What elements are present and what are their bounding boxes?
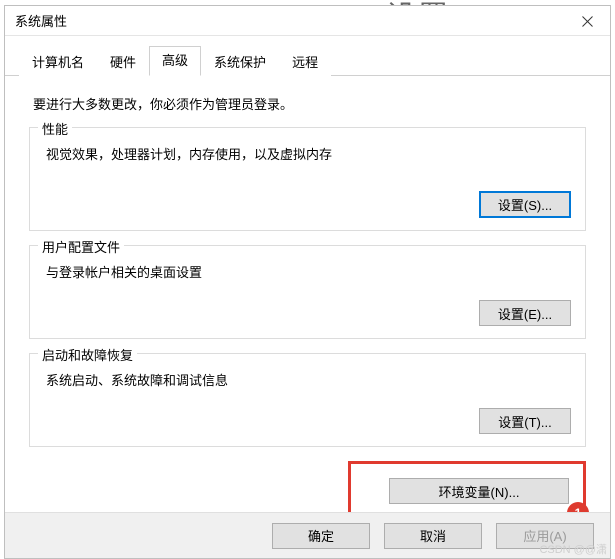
group-performance-desc: 视觉效果，处理器计划，内存使用，以及虚拟内存 [46,144,571,163]
close-icon [582,16,593,27]
watermark-text: CSDN @@潇 [539,541,607,557]
tab-computer-name[interactable]: 计算机名 [19,47,97,76]
tab-content-advanced: 要进行大多数更改，你必须作为管理员登录。 性能 视觉效果，处理器计划，内存使用，… [5,76,610,537]
group-user-profile-title: 用户配置文件 [38,237,124,256]
environment-variables-button[interactable]: 环境变量(N)... [389,478,569,504]
tab-advanced[interactable]: 高级 [149,46,201,76]
group-startup-recovery: 启动和故障恢复 系统启动、系统故障和调试信息 设置(T)... [29,353,586,447]
group-user-profile: 用户配置文件 与登录帐户相关的桌面设置 设置(E)... [29,245,586,339]
ok-button[interactable]: 确定 [272,523,370,549]
system-properties-dialog: 系统属性 计算机名 硬件 高级 系统保护 远程 要进行大多数更改，你必须作为管理… [4,5,611,559]
group-startup-desc: 系统启动、系统故障和调试信息 [46,370,571,389]
group-startup-title: 启动和故障恢复 [38,345,137,364]
group-performance-title: 性能 [38,119,72,138]
close-button[interactable] [564,6,610,36]
dialog-button-row: 确定 取消 应用(A) [5,512,610,558]
cancel-button[interactable]: 取消 [384,523,482,549]
titlebar: 系统属性 [5,6,610,36]
group-user-profile-desc: 与登录帐户相关的桌面设置 [46,262,571,281]
tab-system-protection[interactable]: 系统保护 [201,47,279,76]
dialog-title: 系统属性 [5,11,67,30]
tab-hardware[interactable]: 硬件 [97,47,149,76]
tab-strip: 计算机名 硬件 高级 系统保护 远程 [5,36,610,76]
startup-settings-button[interactable]: 设置(T)... [479,408,571,434]
user-profile-settings-button[interactable]: 设置(E)... [479,300,571,326]
performance-settings-button[interactable]: 设置(S)... [479,191,571,218]
intro-text: 要进行大多数更改，你必须作为管理员登录。 [33,94,582,113]
tab-remote[interactable]: 远程 [279,47,331,76]
group-performance: 性能 视觉效果，处理器计划，内存使用，以及虚拟内存 设置(S)... [29,127,586,231]
